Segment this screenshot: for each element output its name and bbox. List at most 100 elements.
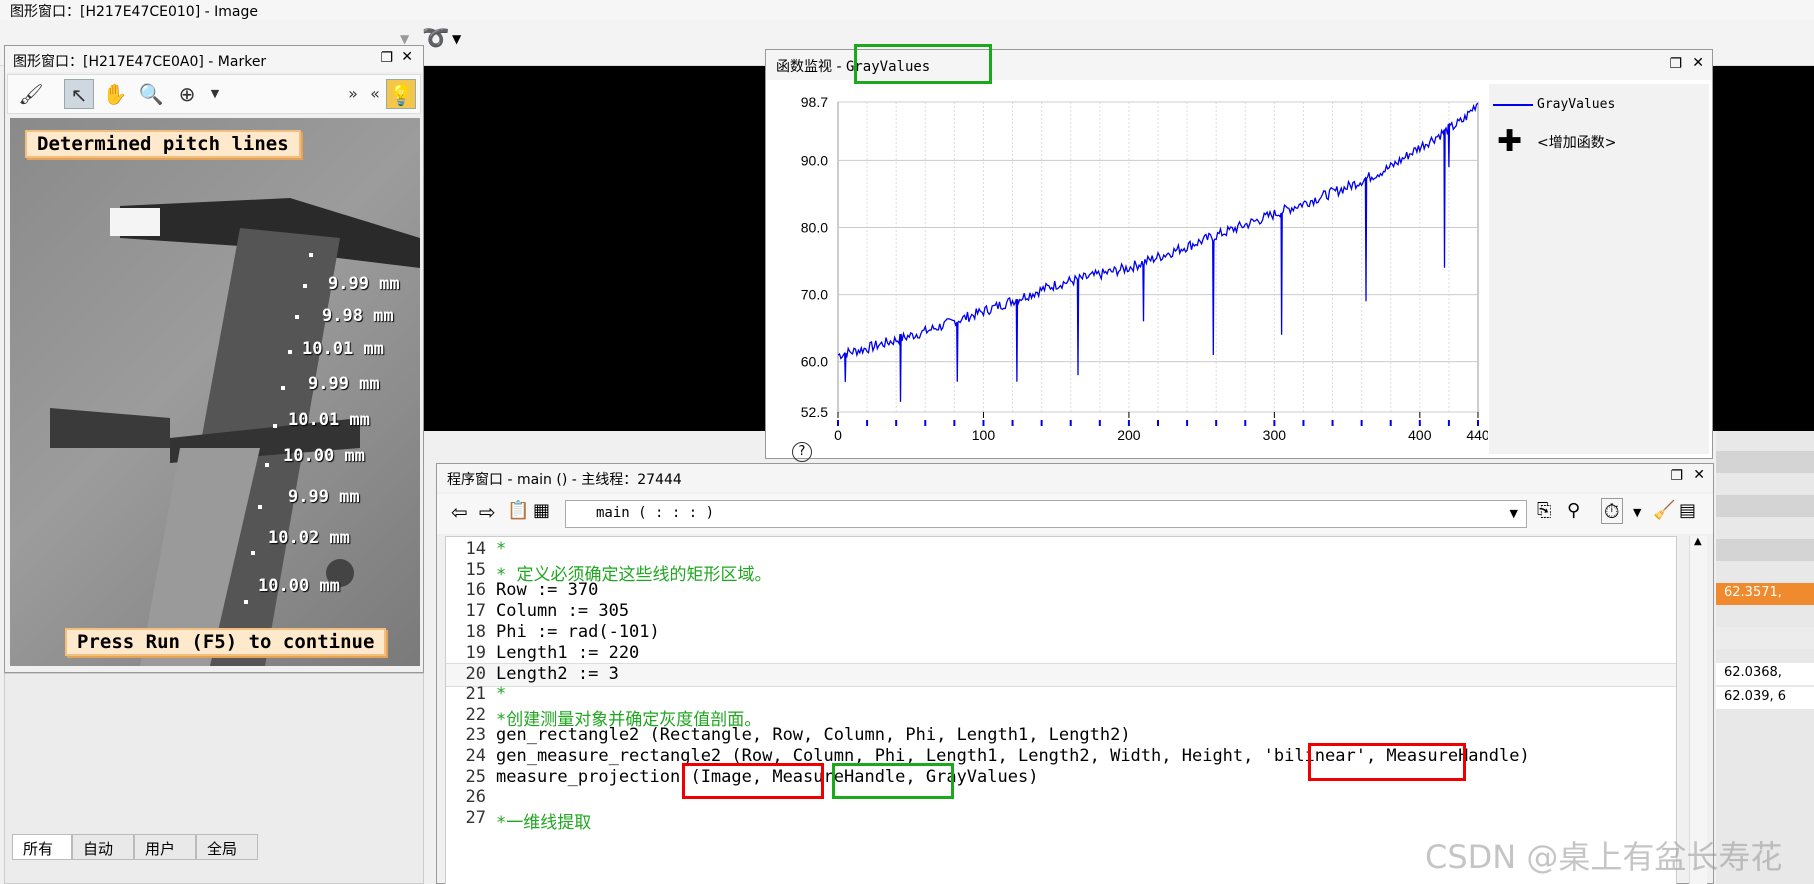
footer-label: Press Run (F5) to continue: [65, 628, 387, 656]
header-label: Determined pitch lines: [25, 130, 301, 158]
y-tick-label: 80.0: [801, 219, 828, 235]
chevron-down-icon[interactable]: ▼: [452, 32, 461, 46]
program-window: 程序窗口 - main () - 主线程：27444 ❐ ✕ ⇦ ⇨ 📋 ▦ m…: [436, 463, 1714, 884]
help-icon[interactable]: ?: [792, 442, 812, 462]
program-window-title: 程序窗口 - main () - 主线程：27444 ❐ ✕: [437, 464, 1713, 492]
pitch-label: 9.99 mm: [288, 487, 360, 507]
clipboard-icon[interactable]: 📋: [507, 500, 529, 521]
forward-icon[interactable]: ⇨: [479, 500, 496, 524]
plot-legend: GrayValues ✚ <增加函数>: [1489, 84, 1709, 454]
code-text: *: [496, 539, 507, 559]
restore-icon[interactable]: ❐: [1669, 56, 1682, 72]
y-tick-label: 98.7: [801, 94, 828, 110]
tab-user[interactable]: 用户: [134, 834, 196, 860]
back-icon[interactable]: ⇦: [451, 500, 468, 524]
pitch-label: 9.99 mm: [308, 374, 380, 394]
x-tick-label: 300: [1263, 427, 1287, 443]
line-number: 25: [465, 766, 486, 787]
code-text: Length1 := 220: [496, 642, 640, 663]
chevron-down-icon[interactable]: ▼: [400, 32, 409, 46]
code-text: *: [496, 683, 507, 704]
y-tick-label: 60.0: [801, 354, 828, 370]
highlight-box: [1308, 743, 1466, 781]
code-text: Length2 := 3: [496, 664, 619, 685]
pitch-label: 10.00 mm: [258, 576, 340, 596]
line-number: 21: [465, 683, 486, 704]
line-number: 17: [465, 601, 486, 622]
tab-all[interactable]: 所有: [12, 834, 72, 860]
main-window-title: 图形窗口：[H217E47CE010] - Image: [0, 0, 1814, 20]
y-tick-label: 52.5: [801, 404, 828, 420]
grid-icon[interactable]: ▦: [533, 500, 550, 521]
line-number: 22: [465, 704, 486, 725]
add-function-button[interactable]: <增加函数>: [1537, 132, 1616, 152]
code-text: *一维线提取: [496, 813, 592, 834]
line-number: 26: [465, 787, 486, 808]
program-toolbar: ⇦ ⇨ 📋 ▦ main ( : : : ) ▼ ⎘ ⚲ ⏱ ▼ 🧹 ▤: [437, 494, 1713, 534]
chevron-down-icon[interactable]: ▼: [1510, 507, 1518, 520]
marker-image[interactable]: Determined pitch lines 9.99 mm 9.98 mm 1…: [10, 118, 420, 666]
pitch-label: 9.99 mm: [328, 274, 400, 294]
hand-icon[interactable]: ✋: [100, 79, 130, 109]
variable-value: 62.0368,: [1724, 665, 1782, 680]
pointer-icon[interactable]: ↖: [64, 79, 94, 109]
gray-values-plot: 52.5 60.0 70.0 80.0 90.0 98.7 0 100 200 300 400 440: [801, 94, 1488, 443]
line-number: 14: [465, 539, 486, 559]
variable-value: 62.3571,: [1724, 585, 1782, 600]
line-number: 23: [465, 725, 486, 746]
lasso-icon[interactable]: ➰: [422, 26, 449, 51]
close-icon[interactable]: ✕: [1692, 55, 1704, 71]
tab-auto[interactable]: 自动: [72, 834, 134, 860]
code-text: gen_rectangle2 (Rectangle, Row, Column, …: [496, 725, 1131, 746]
highlight-box: [832, 763, 954, 799]
highlight-box: [682, 763, 824, 799]
restore-icon[interactable]: ❐: [380, 50, 393, 66]
chevron-down-icon[interactable]: ▼: [1633, 506, 1641, 519]
legend-series-name: GrayValues: [1537, 97, 1616, 112]
breakpoint-icon[interactable]: ⚲: [1567, 500, 1580, 521]
clean-icon[interactable]: 🧹: [1653, 500, 1675, 521]
x-tick-label: 400: [1408, 427, 1432, 443]
variable-panel: 62.3571, 62.0368, 62.039, 6: [1716, 431, 1814, 884]
x-tick-label: 440: [1466, 427, 1488, 443]
restore-icon[interactable]: ❐: [1670, 468, 1683, 484]
pitch-label: 10.02 mm: [268, 528, 350, 548]
scroll-up-icon[interactable]: ▲: [1694, 536, 1702, 547]
variable-value: 62.039, 6: [1724, 689, 1787, 704]
legend-line: [1493, 104, 1533, 106]
line-number: 19: [465, 642, 486, 663]
code-text: Row := 370: [496, 580, 599, 601]
zoom-in-icon[interactable]: ⊕: [172, 79, 202, 109]
y-tick-label: 70.0: [801, 287, 828, 303]
tab-global[interactable]: 全局: [196, 834, 258, 860]
search-icon[interactable]: 🔍: [136, 79, 166, 109]
close-icon[interactable]: ✕: [1693, 467, 1705, 483]
marker-window-title: 图形窗口：[H217E47CE0A0] - Marker ❐ ✕: [5, 46, 423, 72]
procedure-select[interactable]: main ( : : : ) ▼: [565, 500, 1527, 528]
watermark: CSDN @桌上有盆长寿花: [1425, 838, 1783, 876]
y-tick-label: 90.0: [801, 152, 828, 168]
export-icon[interactable]: ⎘: [1537, 500, 1551, 521]
line-number: 24: [465, 746, 486, 766]
line-number: 15: [465, 559, 486, 580]
line-number: 16: [465, 580, 486, 601]
chevron-down-icon[interactable]: ▼: [200, 79, 230, 109]
close-icon[interactable]: ✕: [401, 49, 413, 65]
pitch-label: 10.01 mm: [302, 339, 384, 359]
line-number: 27: [465, 808, 486, 829]
code-text: Phi := rad(-101): [496, 621, 660, 642]
x-tick-label: 0: [834, 427, 842, 443]
pitch-label: 10.00 mm: [283, 446, 365, 466]
pitch-label: 9.98 mm: [322, 306, 394, 326]
highlight-box: [854, 44, 992, 84]
line-number: 18: [465, 621, 486, 642]
timer-icon[interactable]: ⏱: [1601, 498, 1623, 524]
brush-icon[interactable]: 🖌: [16, 79, 46, 109]
line-number: 20: [465, 664, 486, 685]
marker-window: 图形窗口：[H217E47CE0A0] - Marker ❐ ✕ 🖌 ↖ ✋ 🔍…: [4, 45, 424, 673]
plot-area: [837, 101, 1479, 413]
code-line[interactable]: 27 *一维线提取: [446, 808, 1676, 834]
lightbulb-icon[interactable]: 💡: [386, 79, 416, 109]
list-icon[interactable]: ▤: [1679, 500, 1696, 521]
add-function-icon[interactable]: ✚: [1497, 124, 1522, 159]
